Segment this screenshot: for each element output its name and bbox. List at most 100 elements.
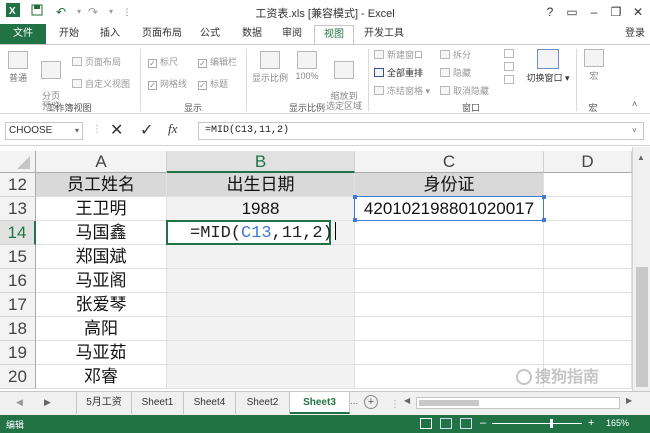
hide-button[interactable]: 隐藏	[440, 66, 471, 79]
cell-d12[interactable]	[544, 173, 632, 197]
row-header-12[interactable]: 12	[0, 173, 36, 197]
tab-page-layout[interactable]: 页面布局	[134, 24, 190, 44]
more-sheets-icon[interactable]: ...	[350, 396, 358, 407]
row-header-15[interactable]: 15	[0, 245, 36, 269]
tab-view[interactable]: 视图	[314, 25, 354, 45]
enter-icon[interactable]: ✓	[140, 120, 153, 140]
horizontal-scroll-thumb[interactable]	[419, 400, 479, 406]
row-header-16[interactable]: 16	[0, 269, 36, 293]
cell-b12[interactable]: 出生日期	[167, 173, 355, 197]
ruler-checkbox[interactable]: ✓ 标尺	[148, 55, 178, 68]
restore-button[interactable]: ❐	[604, 3, 628, 21]
switch-windows-button[interactable]: 切换窗口 ▾	[526, 49, 570, 84]
cell-c18[interactable]	[355, 317, 544, 341]
tab-formulas[interactable]: 公式	[192, 24, 228, 44]
zoom-level[interactable]: 165%	[606, 418, 629, 428]
cell-b19[interactable]	[167, 341, 355, 365]
minimize-button[interactable]: –	[582, 3, 606, 21]
formula-input[interactable]: =MID(C13,11,2)	[198, 122, 644, 140]
zoom-in-icon[interactable]: +	[588, 417, 594, 429]
cell-d14[interactable]	[544, 221, 632, 245]
row-header-18[interactable]: 18	[0, 317, 36, 341]
cell-d18[interactable]	[544, 317, 632, 341]
row-header-17[interactable]: 17	[0, 293, 36, 317]
cell-c15[interactable]	[355, 245, 544, 269]
cell-b18[interactable]	[167, 317, 355, 341]
close-button[interactable]: ✕	[626, 3, 650, 21]
ribbon-display-button[interactable]: ▭	[560, 3, 584, 21]
cell-a18[interactable]: 高阳	[36, 317, 167, 341]
page-break-status-icon[interactable]	[460, 418, 472, 429]
cell-c13[interactable]: 420102198801020017	[355, 197, 544, 221]
cell-c19[interactable]	[355, 341, 544, 365]
new-window-button[interactable]: 新建窗口	[374, 48, 423, 61]
tab-file[interactable]: 文件	[0, 24, 46, 44]
scroll-up-icon[interactable]: ▲	[637, 153, 645, 162]
column-header-b[interactable]: B	[167, 151, 355, 173]
tab-insert[interactable]: 插入	[90, 24, 130, 44]
collapse-ribbon-icon[interactable]: ˄	[632, 99, 637, 109]
reference-handle[interactable]	[542, 195, 546, 199]
macros-button[interactable]: 宏	[580, 49, 608, 82]
arrange-all-button[interactable]: 全部重排	[374, 66, 423, 79]
tab-review[interactable]: 审阅	[274, 24, 310, 44]
name-box[interactable]: CHOOSE ▾	[5, 122, 83, 140]
column-header-a[interactable]: A	[36, 151, 167, 173]
zoom-slider-handle[interactable]	[550, 419, 553, 428]
cell-b15[interactable]	[167, 245, 355, 269]
add-sheet-icon[interactable]: +	[364, 395, 378, 409]
cell-d16[interactable]	[544, 269, 632, 293]
cell-c16[interactable]	[355, 269, 544, 293]
headings-checkbox[interactable]: ✓ 标题	[198, 77, 228, 90]
custom-views-button[interactable]: 自定义视图	[72, 77, 130, 90]
cell-c12[interactable]: 身份证	[355, 173, 544, 197]
cell-d13[interactable]	[544, 197, 632, 221]
select-all-corner[interactable]	[0, 151, 36, 173]
sheet-tab-sheet1[interactable]: Sheet1	[132, 392, 184, 414]
freeze-panes-button[interactable]: 冻结窗格 ▾	[374, 84, 430, 97]
sheet-tab-may-salary[interactable]: 5月工资	[76, 392, 132, 414]
reference-handle[interactable]	[353, 195, 357, 199]
cell-b13[interactable]: 1988	[167, 197, 355, 221]
zoom-out-icon[interactable]: –	[480, 417, 486, 429]
zoom-slider[interactable]	[492, 419, 582, 428]
vertical-scrollbar[interactable]: ▲	[632, 147, 650, 391]
side-by-side-icons[interactable]	[504, 49, 518, 89]
insert-function-icon[interactable]: fx	[168, 121, 177, 137]
unhide-button[interactable]: 取消隐藏	[440, 84, 489, 97]
sheet-tab-sheet4[interactable]: Sheet4	[184, 392, 236, 414]
normal-view-status-icon[interactable]	[420, 418, 432, 429]
gridlines-checkbox[interactable]: ✓ 网格线	[148, 77, 187, 90]
cell-a14[interactable]: 马国鑫	[36, 221, 167, 245]
cell-b20[interactable]	[167, 365, 355, 389]
zoom-100-button[interactable]: 100%	[292, 51, 322, 81]
formula-bar-checkbox[interactable]: ✓ 编辑栏	[198, 55, 237, 68]
row-header-20[interactable]: 20	[0, 365, 36, 389]
column-header-c[interactable]: C	[355, 151, 544, 173]
cell-b16[interactable]	[167, 269, 355, 293]
cell-a13[interactable]: 王卫明	[36, 197, 167, 221]
cell-d19[interactable]	[544, 341, 632, 365]
cell-a12[interactable]: 员工姓名	[36, 173, 167, 197]
cell-c17[interactable]	[355, 293, 544, 317]
zoom-button[interactable]: 显示比例	[250, 51, 290, 84]
expand-formula-bar-icon[interactable]: ˅	[632, 126, 637, 135]
cancel-icon[interactable]: ✕	[110, 120, 123, 140]
cell-a17[interactable]: 张爱琴	[36, 293, 167, 317]
editing-cell-b14[interactable]: =MID(C13,11,2)	[166, 220, 336, 245]
tab-data[interactable]: 数据	[234, 24, 270, 44]
row-header-14[interactable]: 14	[0, 221, 36, 245]
page-layout-status-icon[interactable]	[440, 418, 452, 429]
reference-handle[interactable]	[542, 218, 546, 222]
horizontal-scrollbar[interactable]	[416, 397, 620, 409]
vertical-scroll-thumb[interactable]	[636, 267, 648, 387]
hscroll-right-icon[interactable]: ▶	[626, 396, 632, 405]
tab-split-grip-icon[interactable]: ⋮	[390, 399, 400, 410]
tab-developer[interactable]: 开发工具	[360, 24, 408, 44]
sheet-scroll-left-icon[interactable]: ◀	[16, 397, 23, 408]
tab-home[interactable]: 开始	[50, 24, 88, 44]
row-header-19[interactable]: 19	[0, 341, 36, 365]
cell-a20[interactable]: 邓睿	[36, 365, 167, 389]
cell-b17[interactable]	[167, 293, 355, 317]
login-link[interactable]: 登录	[622, 24, 648, 44]
